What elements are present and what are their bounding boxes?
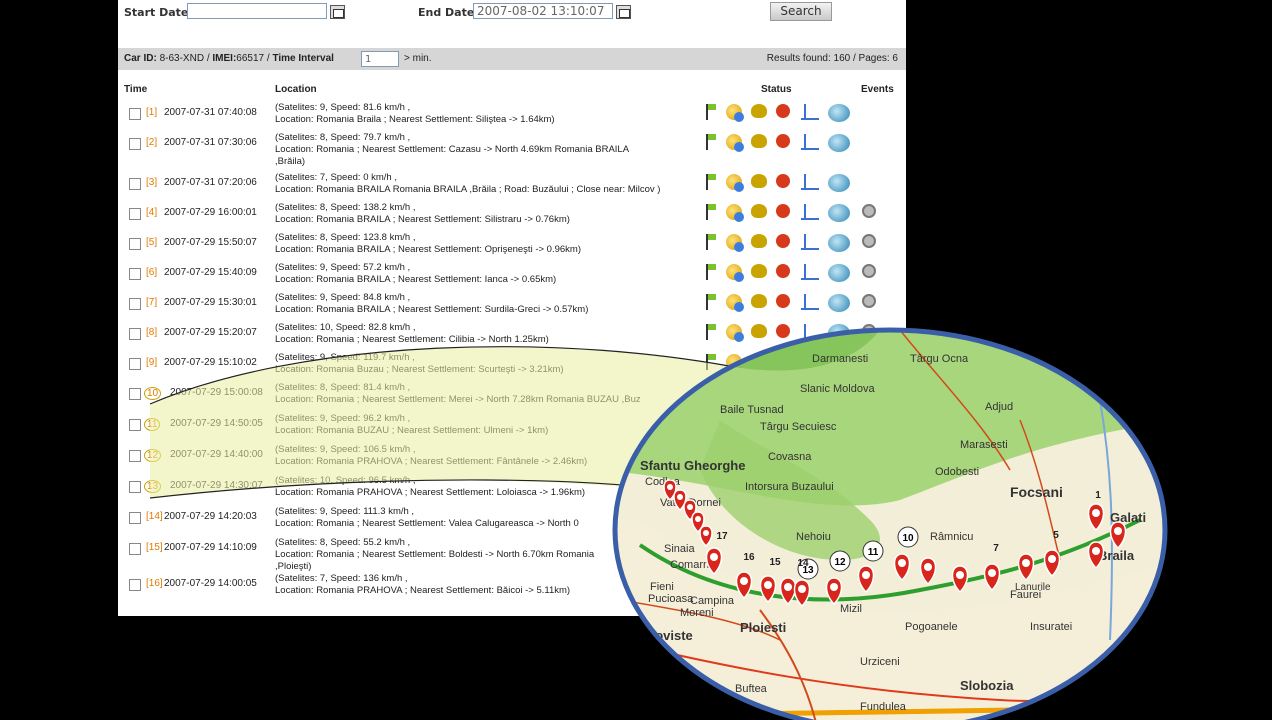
svg-text:Râmnicu: Râmnicu bbox=[930, 531, 973, 543]
svg-text:Covasna: Covasna bbox=[768, 451, 812, 463]
map-callout-overlay: Darmanesti Târgu Ocna Slanic Moldova Adj… bbox=[149, 327, 1168, 720]
svg-text:Fundulea: Fundulea bbox=[860, 701, 907, 713]
svg-text:Târgu Ocna: Târgu Ocna bbox=[910, 353, 969, 365]
svg-text:Buftea: Buftea bbox=[735, 683, 768, 695]
svg-text:15: 15 bbox=[769, 557, 781, 568]
svg-text:11: 11 bbox=[868, 547, 879, 558]
svg-text:Fieni: Fieni bbox=[650, 581, 674, 593]
svg-text:14: 14 bbox=[797, 558, 809, 569]
svg-text:Moreni: Moreni bbox=[680, 607, 714, 619]
svg-text:Lanurile: Lanurile bbox=[1015, 582, 1051, 593]
svg-text:Ploiesti: Ploiesti bbox=[740, 620, 786, 635]
svg-text:Baile Tusnad: Baile Tusnad bbox=[720, 404, 784, 416]
svg-text:Sfantu Gheorghe: Sfantu Gheorghe bbox=[640, 458, 745, 473]
svg-text:Slobozia: Slobozia bbox=[960, 678, 1014, 693]
svg-text:5: 5 bbox=[1053, 530, 1059, 541]
svg-text:Nehoiu: Nehoiu bbox=[796, 531, 831, 543]
svg-text:Marasesti: Marasesti bbox=[960, 439, 1008, 451]
svg-text:12: 12 bbox=[834, 557, 846, 568]
svg-text:Târgu Secuiesc: Târgu Secuiesc bbox=[760, 421, 837, 433]
svg-text:Pogoanele: Pogoanele bbox=[905, 621, 958, 633]
svg-text:Odobesti: Odobesti bbox=[935, 466, 979, 478]
svg-text:Adjud: Adjud bbox=[985, 401, 1013, 413]
svg-text:Focsani: Focsani bbox=[1010, 484, 1063, 500]
svg-text:Urziceni: Urziceni bbox=[860, 656, 900, 668]
svg-text:7: 7 bbox=[993, 543, 999, 554]
svg-text:Insuratei: Insuratei bbox=[1030, 621, 1072, 633]
svg-text:Mizil: Mizil bbox=[840, 603, 862, 615]
svg-text:Slanic Moldova: Slanic Moldova bbox=[800, 383, 875, 395]
svg-text:Intorsura Buzaului: Intorsura Buzaului bbox=[745, 481, 834, 493]
svg-text:10: 10 bbox=[902, 533, 914, 544]
svg-text:1: 1 bbox=[1095, 490, 1101, 501]
svg-text:16: 16 bbox=[743, 552, 755, 563]
svg-text:Sinaia: Sinaia bbox=[664, 543, 695, 555]
svg-text:Darmanesti: Darmanesti bbox=[812, 353, 868, 365]
svg-text:Campina: Campina bbox=[690, 595, 735, 607]
svg-text:Pucioasa: Pucioasa bbox=[648, 593, 694, 605]
svg-text:17: 17 bbox=[716, 531, 728, 542]
